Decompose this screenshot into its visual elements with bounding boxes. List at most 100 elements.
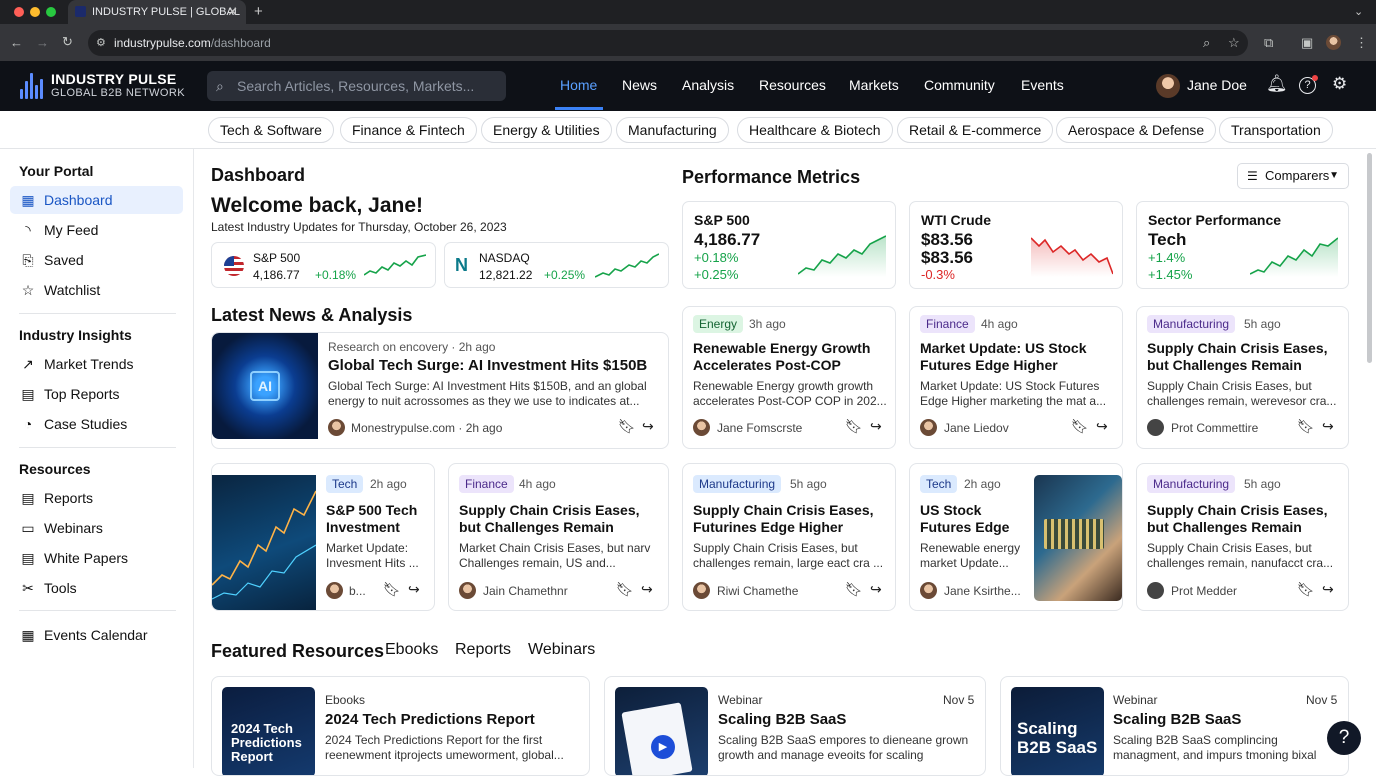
- resource-title[interactable]: Scaling B2B SaaS: [718, 711, 846, 728]
- bookmark-icon[interactable]: 🔖︎: [845, 581, 863, 598]
- resource-card[interactable]: 2024 Tech Predictions Report Ebooks 2024…: [211, 676, 590, 776]
- gear-icon[interactable]: ⚙: [1332, 74, 1347, 94]
- reload-icon[interactable]: ↻: [62, 34, 73, 50]
- play-icon[interactable]: ▶: [651, 735, 675, 759]
- news-title[interactable]: S&P 500 Tech Investment: [326, 502, 430, 536]
- browser-tab[interactable]: INDUSTRY PULSE | GLOBAL ✕: [68, 0, 246, 24]
- category-transportation[interactable]: Transportation: [1219, 117, 1333, 143]
- zoom-icon[interactable]: ⌕: [1203, 35, 1210, 51]
- user-name[interactable]: Jane Doe: [1187, 77, 1247, 93]
- metric-card-wti[interactable]: WTI Crude $83.56 $83.56 -0.3%: [909, 201, 1123, 289]
- tab-search-icon[interactable]: ⌄: [1354, 5, 1363, 18]
- nav-home[interactable]: Home: [560, 77, 597, 93]
- search-input[interactable]: ⌕ Search Articles, Resources, Markets...: [207, 71, 506, 101]
- news-card[interactable]: Tech 2h ago US Stock Futures Edge Renewa…: [909, 463, 1123, 611]
- news-card[interactable]: Manufacturing 5h ago Supply Chain Crisis…: [1136, 463, 1349, 611]
- category-finance[interactable]: Finance & Fintech: [340, 117, 477, 143]
- category-retail[interactable]: Retail & E-commerce: [897, 117, 1054, 143]
- category-manufacturing[interactable]: Manufacturing: [616, 117, 729, 143]
- category-aerospace[interactable]: Aerospace & Defense: [1056, 117, 1217, 143]
- nav-markets[interactable]: Markets: [849, 77, 899, 93]
- comparers-dropdown[interactable]: ☰ Comparers ▼: [1237, 163, 1349, 189]
- sidebar-item-dashboard[interactable]: ▦ Dashboard: [10, 186, 183, 214]
- news-card[interactable]: Tech 2h ago S&P 500 Tech Investment Mark…: [211, 463, 435, 611]
- news-card[interactable]: Finance 4h ago Market Update: US Stock F…: [909, 306, 1123, 449]
- category-tech[interactable]: Tech & Software: [208, 117, 334, 143]
- bookmark-icon[interactable]: 🔖︎: [1297, 581, 1315, 598]
- sidebar-item-top-reports[interactable]: ▤ Top Reports: [10, 380, 183, 408]
- news-title[interactable]: Market Update: US Stock Futures Edge Hig…: [920, 340, 1116, 374]
- maximize-window-button[interactable]: [46, 7, 56, 17]
- tab-reports[interactable]: Reports: [455, 641, 511, 659]
- news-card[interactable]: Finance 4h ago Supply Chain Crisis Eases…: [448, 463, 669, 611]
- metric-card-sector[interactable]: Sector Performance Tech +1.4% +1.45%: [1136, 201, 1349, 289]
- new-tab-button[interactable]: +: [254, 3, 263, 20]
- metric-card-sp500[interactable]: S&P 500 4,186.77 +0.18% +0.25%: [682, 201, 896, 289]
- bookmark-icon[interactable]: 🔖︎: [845, 418, 863, 435]
- tab-webinars[interactable]: Webinars: [528, 641, 595, 659]
- sidebar-item-reports[interactable]: ▤ Reports: [10, 484, 183, 512]
- share-icon[interactable]: ↪: [642, 418, 654, 435]
- resource-card[interactable]: ▶ Webinar Nov 5 Scaling B2B SaaS Scaling…: [604, 676, 986, 776]
- news-title[interactable]: Renewable Energy Growth Accelerates Post…: [693, 340, 889, 374]
- bookmark-icon[interactable]: 🔖︎: [383, 581, 401, 598]
- sidebar-item-my-feed[interactable]: ◝ My Feed: [10, 216, 183, 244]
- bookmark-icon[interactable]: 🔖︎: [1297, 418, 1315, 435]
- news-title[interactable]: Supply Chain Crisis Eases, Futurines Edg…: [693, 502, 889, 536]
- sidebar-item-webinars[interactable]: ▭ Webinars: [10, 514, 183, 542]
- share-icon[interactable]: ↪: [1322, 581, 1334, 598]
- category-healthcare[interactable]: Healthcare & Biotech: [737, 117, 893, 143]
- sidepanel-icon[interactable]: ▣: [1301, 35, 1313, 51]
- sidebar-item-watchlist[interactable]: ☆ Watchlist: [10, 276, 183, 304]
- category-energy[interactable]: Energy & Utilities: [481, 117, 612, 143]
- news-card[interactable]: Manufacturing 5h ago Supply Chain Crisis…: [682, 463, 896, 611]
- news-title[interactable]: US Stock Futures Edge: [920, 502, 1030, 536]
- share-icon[interactable]: ↪: [1322, 418, 1334, 435]
- bookmark-icon[interactable]: 🔖︎: [616, 581, 634, 598]
- news-card[interactable]: Energy 3h ago Renewable Energy Growth Ac…: [682, 306, 896, 449]
- bell-icon[interactable]: 🔔︎: [1266, 74, 1288, 94]
- resource-title[interactable]: 2024 Tech Predictions Report: [325, 711, 535, 728]
- news-title[interactable]: Supply Chain Crisis Eases, but Challenge…: [1147, 502, 1343, 536]
- share-icon[interactable]: ↪: [870, 581, 882, 598]
- nav-resources[interactable]: Resources: [759, 77, 826, 93]
- forward-icon[interactable]: →: [36, 35, 49, 50]
- sidebar-item-tools[interactable]: ✂ Tools: [10, 574, 183, 602]
- resource-title[interactable]: Scaling B2B SaaS: [1113, 711, 1241, 728]
- sidebar-item-saved[interactable]: ⎘ Saved: [10, 246, 183, 274]
- ticker-sp500[interactable]: S&P 500 4,186.77 +0.18%: [211, 242, 436, 288]
- news-title[interactable]: Global Tech Surge: AI Investment Hits $1…: [328, 357, 647, 374]
- sidebar-item-white-papers[interactable]: ▤ White Papers: [10, 544, 183, 572]
- back-icon[interactable]: ←: [10, 35, 23, 50]
- news-card-featured[interactable]: AI Research on encovery · 2h ago Global …: [211, 332, 669, 449]
- nav-community[interactable]: Community: [924, 77, 995, 93]
- site-info-icon[interactable]: ⚙: [96, 30, 106, 56]
- url-field[interactable]: ⚙ industrypulse.com/dashboard: [88, 30, 1248, 56]
- close-tab-icon[interactable]: ✕: [227, 4, 238, 20]
- bookmark-icon[interactable]: 🔖︎: [618, 418, 636, 435]
- profile-avatar[interactable]: [1326, 35, 1341, 50]
- news-title[interactable]: Supply Chain Crisis Eases, but Challenge…: [1147, 340, 1343, 374]
- user-avatar[interactable]: [1156, 74, 1180, 98]
- extensions-icon[interactable]: ⧉: [1264, 35, 1273, 51]
- share-icon[interactable]: ↪: [870, 418, 882, 435]
- nav-events[interactable]: Events: [1021, 77, 1064, 93]
- share-icon[interactable]: ↪: [1096, 418, 1108, 435]
- nav-news[interactable]: News: [622, 77, 657, 93]
- close-window-button[interactable]: [14, 7, 24, 17]
- star-bookmark-icon[interactable]: ☆: [1228, 35, 1240, 51]
- browser-menu-icon[interactable]: ⋮: [1355, 35, 1368, 51]
- help-button[interactable]: ?: [1327, 721, 1361, 755]
- scrollbar[interactable]: [1367, 153, 1372, 363]
- resource-card[interactable]: Scaling B2B SaaS Webinar Nov 5 Scaling B…: [1000, 676, 1349, 776]
- ticker-nasdaq[interactable]: N NASDAQ 12,821.22 +0.25%: [444, 242, 669, 288]
- brand-title[interactable]: INDUSTRY PULSE: [51, 71, 177, 87]
- share-icon[interactable]: ↪: [641, 581, 653, 598]
- news-title[interactable]: Supply Chain Crisis Eases, but Challenge…: [459, 502, 664, 536]
- sidebar-item-events-calendar[interactable]: ▦ Events Calendar: [10, 621, 183, 649]
- sidebar-item-case-studies[interactable]: ◔ Case Studies: [10, 410, 183, 438]
- news-card[interactable]: Manufacturing 5h ago Supply Chain Crisis…: [1136, 306, 1349, 449]
- bookmark-icon[interactable]: 🔖︎: [1071, 418, 1089, 435]
- minimize-window-button[interactable]: [30, 7, 40, 17]
- tab-ebooks[interactable]: Ebooks: [385, 641, 438, 659]
